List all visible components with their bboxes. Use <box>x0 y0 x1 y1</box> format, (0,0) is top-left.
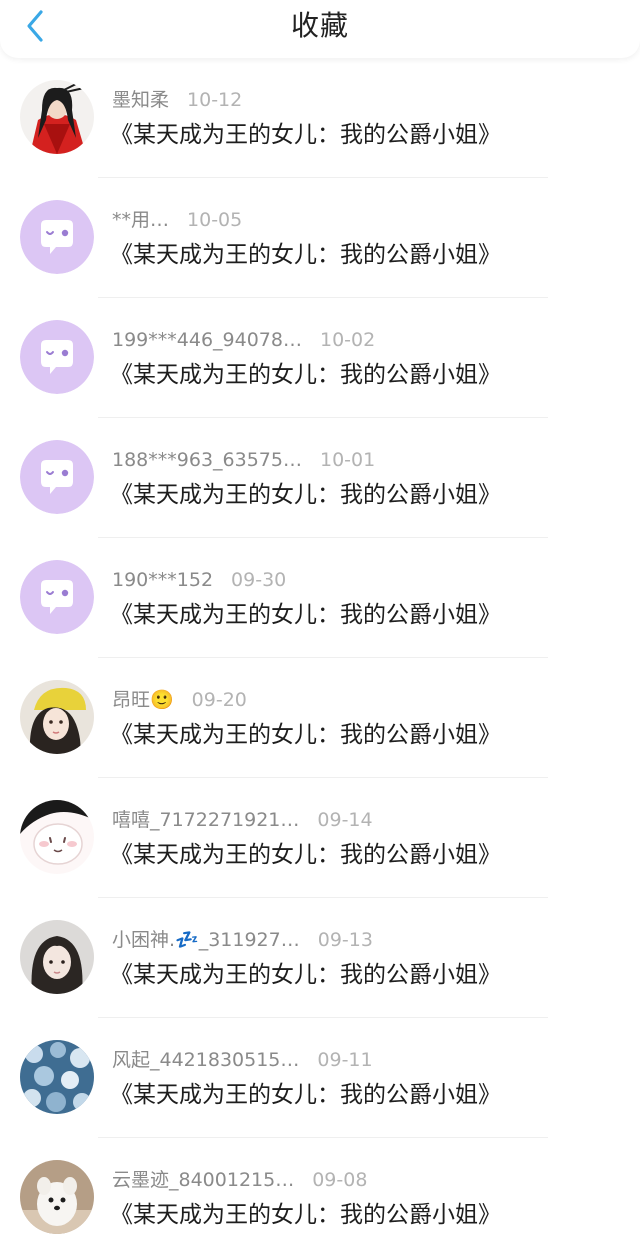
item-meta: 风起_4421830515… 09-11 <box>112 1047 373 1073</box>
item-meta: 188***963_63575… 10-01 <box>112 447 375 473</box>
date: 10-12 <box>187 89 243 111</box>
default-chat-bubble-avatar <box>20 200 94 274</box>
white-dog-avatar <box>20 1160 94 1234</box>
list-item[interactable]: 昂旺🙂 09-20 《某天成为王的女儿：我的公爵小姐》 <box>0 658 640 778</box>
username[interactable]: 199***446_94078… <box>112 329 302 351</box>
username[interactable]: 嘻嘻_7172271921… <box>112 809 299 831</box>
avatar[interactable] <box>20 800 94 874</box>
item-meta: 199***446_94078… 10-02 <box>112 327 375 353</box>
top-nav-bar: 收藏 <box>0 0 640 58</box>
username[interactable]: 云墨迹_84001215… <box>112 1169 294 1191</box>
username[interactable]: 风起_4421830515… <box>112 1049 299 1071</box>
username[interactable]: 190***152 <box>112 569 213 591</box>
username[interactable]: 188***963_63575… <box>112 449 302 471</box>
avatar[interactable] <box>20 320 94 394</box>
item-title[interactable]: 《某天成为王的女儿：我的公爵小姐》 <box>110 1078 501 1112</box>
avatar[interactable] <box>20 200 94 274</box>
list-item[interactable]: 190***152 09-30 《某天成为王的女儿：我的公爵小姐》 <box>0 538 640 658</box>
item-title[interactable]: 《某天成为王的女儿：我的公爵小姐》 <box>110 718 501 752</box>
list-item[interactable]: 199***446_94078… 10-02 《某天成为王的女儿：我的公爵小姐》 <box>0 298 640 418</box>
girl-yellow-hat-avatar <box>20 680 94 754</box>
avatar[interactable] <box>20 80 94 154</box>
username[interactable]: 小困神.💤_311927… <box>112 929 300 951</box>
blue-texture-avatar <box>20 1040 94 1114</box>
item-meta: 190***152 09-30 <box>112 567 286 593</box>
item-title[interactable]: 《某天成为王的女儿：我的公爵小姐》 <box>110 838 501 872</box>
date: 09-08 <box>312 1169 368 1191</box>
item-meta: 小困神.💤_311927… 09-13 <box>112 927 373 953</box>
avatar[interactable] <box>20 1160 94 1234</box>
avatar[interactable] <box>20 1040 94 1114</box>
item-meta: **用… 10-05 <box>112 207 242 233</box>
item-meta: 昂旺🙂 09-20 <box>112 687 247 713</box>
date: 09-13 <box>317 929 373 951</box>
girl-portrait-avatar <box>20 920 94 994</box>
item-meta: 墨知柔 10-12 <box>112 87 242 113</box>
default-chat-bubble-avatar <box>20 440 94 514</box>
page-title: 收藏 <box>290 9 349 42</box>
item-title[interactable]: 《某天成为王的女儿：我的公爵小姐》 <box>110 958 501 992</box>
list-item[interactable]: 188***963_63575… 10-01 《某天成为王的女儿：我的公爵小姐》 <box>0 418 640 538</box>
item-title[interactable]: 《某天成为王的女儿：我的公爵小姐》 <box>110 1198 501 1232</box>
username[interactable]: 墨知柔 <box>112 89 169 111</box>
date: 10-02 <box>319 329 376 351</box>
list-item[interactable]: **用… 10-05 《某天成为王的女儿：我的公爵小姐》 <box>0 178 640 298</box>
item-title[interactable]: 《某天成为王的女儿：我的公爵小姐》 <box>110 478 501 512</box>
list-item[interactable]: 嘻嘻_7172271921… 09-14 《某天成为王的女儿：我的公爵小姐》 <box>0 778 640 898</box>
list-item[interactable]: 小困神.💤_311927… 09-13 《某天成为王的女儿：我的公爵小姐》 <box>0 898 640 1018</box>
cartoon-bunny-avatar <box>20 800 94 874</box>
date: 09-14 <box>317 809 373 831</box>
list-item[interactable]: 云墨迹_84001215… 09-08 《某天成为王的女儿：我的公爵小姐》 <box>0 1138 640 1258</box>
red-robed-character-avatar <box>20 80 94 154</box>
date: 10-01 <box>319 449 376 471</box>
item-title[interactable]: 《某天成为王的女儿：我的公爵小姐》 <box>110 358 501 392</box>
username[interactable]: 昂旺🙂 <box>112 689 174 711</box>
date: 09-30 <box>231 569 287 591</box>
item-title[interactable]: 《某天成为王的女儿：我的公爵小姐》 <box>110 118 501 152</box>
date: 10-05 <box>187 209 243 231</box>
list-item[interactable]: 墨知柔 10-12 《某天成为王的女儿：我的公爵小姐》 <box>0 58 640 178</box>
avatar[interactable] <box>20 440 94 514</box>
date: 09-11 <box>317 1049 373 1071</box>
username[interactable]: **用… <box>112 209 169 231</box>
default-chat-bubble-avatar <box>20 560 94 634</box>
item-title[interactable]: 《某天成为王的女儿：我的公爵小姐》 <box>110 598 501 632</box>
item-meta: 嘻嘻_7172271921… 09-14 <box>112 807 373 833</box>
avatar[interactable] <box>20 680 94 754</box>
default-chat-bubble-avatar <box>20 320 94 394</box>
item-title[interactable]: 《某天成为王的女儿：我的公爵小姐》 <box>110 238 501 272</box>
avatar[interactable] <box>20 920 94 994</box>
favorites-list: 墨知柔 10-12 《某天成为王的女儿：我的公爵小姐》 **用… 10-05 《某天… <box>0 58 640 1258</box>
item-meta: 云墨迹_84001215… 09-08 <box>112 1167 367 1193</box>
list-item[interactable]: 风起_4421830515… 09-11 《某天成为王的女儿：我的公爵小姐》 <box>0 1018 640 1138</box>
date: 09-20 <box>191 689 247 711</box>
avatar[interactable] <box>20 560 94 634</box>
